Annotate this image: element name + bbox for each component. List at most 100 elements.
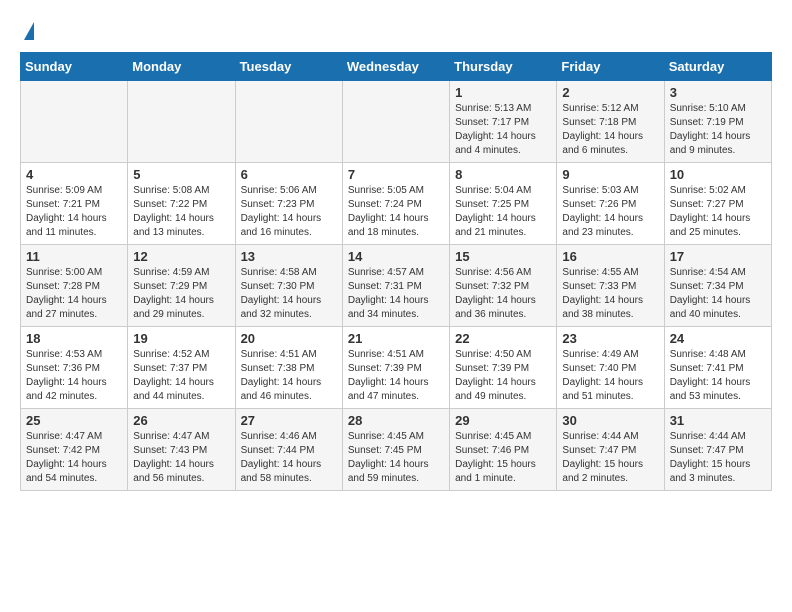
day-number: 24 <box>670 331 766 346</box>
day-info: Sunrise: 5:13 AM Sunset: 7:17 PM Dayligh… <box>455 102 551 158</box>
calendar-cell: 19 Sunrise: 4:52 AM Sunset: 7:37 PM Dayli… <box>128 327 235 409</box>
day-number: 25 <box>26 413 122 428</box>
day-info: Sunrise: 5:08 AM Sunset: 7:22 PM Dayligh… <box>133 184 229 240</box>
day-info: Sunrise: 4:50 AM Sunset: 7:39 PM Dayligh… <box>455 348 551 404</box>
calendar-cell: 15 Sunrise: 4:56 AM Sunset: 7:32 PM Dayli… <box>450 245 557 327</box>
page: SundayMondayTuesdayWednesdayThursdayFrid… <box>0 0 792 514</box>
day-number: 5 <box>133 167 229 182</box>
header <box>20 20 772 40</box>
calendar-cell: 12 Sunrise: 4:59 AM Sunset: 7:29 PM Dayli… <box>128 245 235 327</box>
calendar-cell: 4Sunrise: 5:09 AM Sunset: 7:21 PM Daylig… <box>21 163 128 245</box>
day-info: Sunrise: 5:09 AM Sunset: 7:21 PM Dayligh… <box>26 184 122 240</box>
calendar-cell: 31Sunrise: 4:44 AM Sunset: 7:47 PM Dayli… <box>664 409 771 491</box>
day-number: 17 <box>670 249 766 264</box>
day-info: Sunrise: 4:58 AM Sunset: 7:30 PM Dayligh… <box>241 266 337 322</box>
day-number: 1 <box>455 85 551 100</box>
day-number: 26 <box>133 413 229 428</box>
day-number: 7 <box>348 167 444 182</box>
calendar-cell: 20 Sunrise: 4:51 AM Sunset: 7:38 PM Dayli… <box>235 327 342 409</box>
calendar-cell: 8 Sunrise: 5:04 AM Sunset: 7:25 PM Daylig… <box>450 163 557 245</box>
day-info: Sunrise: 4:44 AM Sunset: 7:47 PM Dayligh… <box>562 430 658 486</box>
calendar-header-saturday: Saturday <box>664 53 771 81</box>
calendar-cell: 5 Sunrise: 5:08 AM Sunset: 7:22 PM Daylig… <box>128 163 235 245</box>
calendar-header-friday: Friday <box>557 53 664 81</box>
day-number: 16 <box>562 249 658 264</box>
day-info: Sunrise: 5:12 AM Sunset: 7:18 PM Dayligh… <box>562 102 658 158</box>
day-info: Sunrise: 4:59 AM Sunset: 7:29 PM Dayligh… <box>133 266 229 322</box>
calendar-cell: 3 Sunrise: 5:10 AM Sunset: 7:19 PM Daylig… <box>664 81 771 163</box>
day-info: Sunrise: 5:10 AM Sunset: 7:19 PM Dayligh… <box>670 102 766 158</box>
logo-triangle-icon <box>24 22 34 40</box>
day-info: Sunrise: 5:04 AM Sunset: 7:25 PM Dayligh… <box>455 184 551 240</box>
day-info: Sunrise: 4:54 AM Sunset: 7:34 PM Dayligh… <box>670 266 766 322</box>
day-info: Sunrise: 4:46 AM Sunset: 7:44 PM Dayligh… <box>241 430 337 486</box>
calendar-cell: 6 Sunrise: 5:06 AM Sunset: 7:23 PM Daylig… <box>235 163 342 245</box>
day-info: Sunrise: 4:44 AM Sunset: 7:47 PM Dayligh… <box>670 430 766 486</box>
day-number: 12 <box>133 249 229 264</box>
day-number: 11 <box>26 249 122 264</box>
calendar-cell: 18Sunrise: 4:53 AM Sunset: 7:36 PM Dayli… <box>21 327 128 409</box>
day-info: Sunrise: 4:45 AM Sunset: 7:45 PM Dayligh… <box>348 430 444 486</box>
calendar-cell: 23 Sunrise: 4:49 AM Sunset: 7:40 PM Dayli… <box>557 327 664 409</box>
day-number: 27 <box>241 413 337 428</box>
calendar-row-1: 4Sunrise: 5:09 AM Sunset: 7:21 PM Daylig… <box>21 163 772 245</box>
calendar-cell: 11 Sunrise: 5:00 AM Sunset: 7:28 PM Dayli… <box>21 245 128 327</box>
calendar-cell: 29 Sunrise: 4:45 AM Sunset: 7:46 PM Dayli… <box>450 409 557 491</box>
calendar-cell: 24 Sunrise: 4:48 AM Sunset: 7:41 PM Dayli… <box>664 327 771 409</box>
calendar-cell: 17 Sunrise: 4:54 AM Sunset: 7:34 PM Dayli… <box>664 245 771 327</box>
day-info: Sunrise: 4:47 AM Sunset: 7:42 PM Dayligh… <box>26 430 122 486</box>
day-info: Sunrise: 5:06 AM Sunset: 7:23 PM Dayligh… <box>241 184 337 240</box>
calendar-cell <box>21 81 128 163</box>
logo <box>20 20 34 40</box>
day-number: 9 <box>562 167 658 182</box>
header-row: SundayMondayTuesdayWednesdayThursdayFrid… <box>21 53 772 81</box>
calendar-row-4: 25 Sunrise: 4:47 AM Sunset: 7:42 PM Dayli… <box>21 409 772 491</box>
calendar-cell: 1 Sunrise: 5:13 AM Sunset: 7:17 PM Daylig… <box>450 81 557 163</box>
calendar-row-0: 1 Sunrise: 5:13 AM Sunset: 7:17 PM Daylig… <box>21 81 772 163</box>
calendar-cell: 16 Sunrise: 4:55 AM Sunset: 7:33 PM Dayli… <box>557 245 664 327</box>
day-info: Sunrise: 4:48 AM Sunset: 7:41 PM Dayligh… <box>670 348 766 404</box>
day-info: Sunrise: 4:55 AM Sunset: 7:33 PM Dayligh… <box>562 266 658 322</box>
calendar-header-tuesday: Tuesday <box>235 53 342 81</box>
calendar-cell: 21Sunrise: 4:51 AM Sunset: 7:39 PM Dayli… <box>342 327 449 409</box>
calendar-header-thursday: Thursday <box>450 53 557 81</box>
calendar-cell: 25 Sunrise: 4:47 AM Sunset: 7:42 PM Dayli… <box>21 409 128 491</box>
day-number: 15 <box>455 249 551 264</box>
day-number: 10 <box>670 167 766 182</box>
calendar-cell <box>342 81 449 163</box>
calendar-header-monday: Monday <box>128 53 235 81</box>
calendar-cell: 10 Sunrise: 5:02 AM Sunset: 7:27 PM Dayli… <box>664 163 771 245</box>
day-number: 3 <box>670 85 766 100</box>
day-info: Sunrise: 4:56 AM Sunset: 7:32 PM Dayligh… <box>455 266 551 322</box>
day-info: Sunrise: 4:57 AM Sunset: 7:31 PM Dayligh… <box>348 266 444 322</box>
calendar-cell: 28 Sunrise: 4:45 AM Sunset: 7:45 PM Dayli… <box>342 409 449 491</box>
day-number: 6 <box>241 167 337 182</box>
day-info: Sunrise: 4:45 AM Sunset: 7:46 PM Dayligh… <box>455 430 551 486</box>
day-number: 30 <box>562 413 658 428</box>
day-info: Sunrise: 5:05 AM Sunset: 7:24 PM Dayligh… <box>348 184 444 240</box>
day-info: Sunrise: 5:03 AM Sunset: 7:26 PM Dayligh… <box>562 184 658 240</box>
day-number: 23 <box>562 331 658 346</box>
calendar-cell: 26Sunrise: 4:47 AM Sunset: 7:43 PM Dayli… <box>128 409 235 491</box>
calendar-cell: 27 Sunrise: 4:46 AM Sunset: 7:44 PM Dayli… <box>235 409 342 491</box>
day-info: Sunrise: 5:02 AM Sunset: 7:27 PM Dayligh… <box>670 184 766 240</box>
day-number: 28 <box>348 413 444 428</box>
calendar-cell: 9 Sunrise: 5:03 AM Sunset: 7:26 PM Daylig… <box>557 163 664 245</box>
calendar-cell <box>128 81 235 163</box>
calendar-cell: 13 Sunrise: 4:58 AM Sunset: 7:30 PM Dayli… <box>235 245 342 327</box>
day-number: 8 <box>455 167 551 182</box>
day-info: Sunrise: 5:00 AM Sunset: 7:28 PM Dayligh… <box>26 266 122 322</box>
day-number: 14 <box>348 249 444 264</box>
day-info: Sunrise: 4:51 AM Sunset: 7:38 PM Dayligh… <box>241 348 337 404</box>
day-info: Sunrise: 4:49 AM Sunset: 7:40 PM Dayligh… <box>562 348 658 404</box>
calendar-cell: 30 Sunrise: 4:44 AM Sunset: 7:47 PM Dayli… <box>557 409 664 491</box>
calendar-row-3: 18Sunrise: 4:53 AM Sunset: 7:36 PM Dayli… <box>21 327 772 409</box>
day-number: 29 <box>455 413 551 428</box>
day-number: 22 <box>455 331 551 346</box>
day-info: Sunrise: 4:52 AM Sunset: 7:37 PM Dayligh… <box>133 348 229 404</box>
day-number: 13 <box>241 249 337 264</box>
calendar-row-2: 11 Sunrise: 5:00 AM Sunset: 7:28 PM Dayli… <box>21 245 772 327</box>
calendar-cell <box>235 81 342 163</box>
day-number: 20 <box>241 331 337 346</box>
day-number: 19 <box>133 331 229 346</box>
